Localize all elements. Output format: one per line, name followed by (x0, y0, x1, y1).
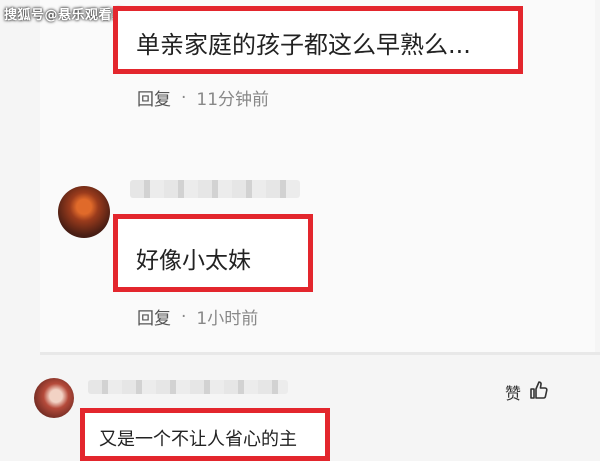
comment-time: 11分钟前 (196, 90, 270, 110)
reply-button[interactable]: 回复 (137, 85, 171, 110)
watermark: 搜狐号@悬乐观看家 (4, 8, 126, 23)
comment-1-meta: 回复 · 11分钟前 (137, 85, 270, 111)
comment-1-highlight: 单亲家庭的孩子都这么早熟么... (113, 6, 523, 74)
meta-separator: · (181, 306, 187, 327)
blurred-username (130, 180, 300, 198)
thumbs-up-icon[interactable] (529, 380, 549, 404)
like-control[interactable]: 赞 (505, 380, 549, 404)
comment-3-text: 又是一个不让人省心的主 (99, 429, 297, 450)
comment-2-meta: 回复 · 1小时前 (137, 304, 259, 330)
comment-1-text: 单亲家庭的孩子都这么早熟么... (136, 31, 471, 59)
comment-time: 1小时前 (196, 309, 259, 329)
comment-3-highlight: 又是一个不让人省心的主 (80, 408, 330, 461)
like-label[interactable]: 赞 (505, 380, 521, 404)
reply-button[interactable]: 回复 (137, 304, 171, 329)
comment-2-highlight: 好像小太妹 (113, 214, 313, 292)
divider (40, 352, 600, 355)
comment-2-text: 好像小太妹 (136, 248, 251, 274)
meta-separator: · (181, 87, 187, 108)
avatar[interactable] (58, 186, 110, 238)
avatar[interactable] (34, 378, 74, 418)
blurred-username (88, 380, 288, 394)
